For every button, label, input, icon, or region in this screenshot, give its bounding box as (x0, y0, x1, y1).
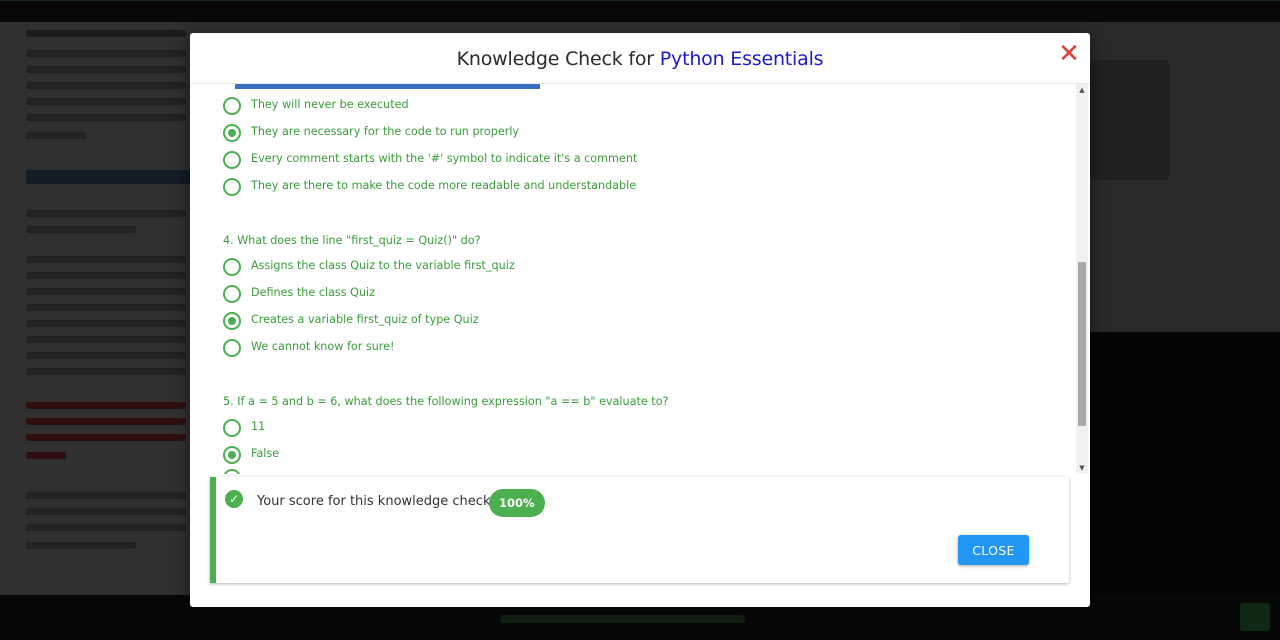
questions-scroll-area[interactable]: They will never be executed They are nec… (190, 84, 1076, 474)
answer-option-label: They are there to make the code more rea… (251, 179, 637, 192)
close-icon[interactable]: ✕ (1058, 41, 1080, 67)
answer-option-label: They are necessary for the code to run p… (251, 125, 520, 138)
answer-option-label: False (251, 447, 280, 460)
answer-option-label: Every comment starts with the '#' symbol… (251, 152, 638, 165)
answer-option-label: Creates a variable first_quiz of type Qu… (251, 313, 479, 326)
scroll-up-icon[interactable]: ▲ (1076, 84, 1088, 96)
radio-button-selected[interactable] (223, 124, 241, 142)
answer-option-label: 11 (251, 420, 266, 433)
question-3-highlighted-text (235, 84, 540, 89)
radio-button-selected[interactable] (223, 446, 241, 464)
question-4-text: 4. What does the line "first_quiz = Quiz… (223, 234, 481, 247)
radio-button-selected[interactable] (223, 312, 241, 330)
radio-button[interactable] (223, 419, 241, 437)
radio-button[interactable] (223, 151, 241, 169)
answer-option-label: Assigns the class Quiz to the variable f… (251, 259, 515, 272)
check-circle-icon: ✓ (225, 490, 243, 508)
score-label: Your score for this knowledge check: (257, 494, 495, 509)
radio-button[interactable] (223, 339, 241, 357)
scrollbar-thumb[interactable] (1078, 262, 1086, 426)
scroll-down-icon[interactable]: ▼ (1076, 462, 1088, 474)
vertical-scrollbar[interactable]: ▲ ▼ (1076, 84, 1088, 474)
answer-option-label: They will never be executed (251, 98, 409, 111)
course-name: Python Essentials (659, 48, 824, 70)
score-panel: ✓ Your score for this knowledge check: 1… (210, 477, 1069, 583)
modal-header: Knowledge Check for Python Essentials ✕ (190, 33, 1090, 84)
modal-title-prefix: Knowledge Check for (456, 48, 654, 70)
answer-option-label: We cannot know for sure! (251, 340, 395, 353)
radio-button[interactable] (223, 178, 241, 196)
radio-button[interactable] (223, 258, 241, 276)
question-5-text: 5. If a = 5 and b = 6, what does the fol… (223, 395, 669, 408)
radio-button[interactable] (223, 285, 241, 303)
radio-button[interactable] (223, 469, 241, 474)
answer-option-label: Defines the class Quiz (251, 286, 376, 299)
close-button[interactable]: CLOSE (958, 535, 1029, 565)
knowledge-check-modal: Knowledge Check for Python Essentials ✕ … (190, 33, 1090, 607)
score-badge: 100% (489, 489, 545, 517)
radio-button[interactable] (223, 97, 241, 115)
modal-title: Knowledge Check for Python Essentials (190, 48, 1090, 70)
